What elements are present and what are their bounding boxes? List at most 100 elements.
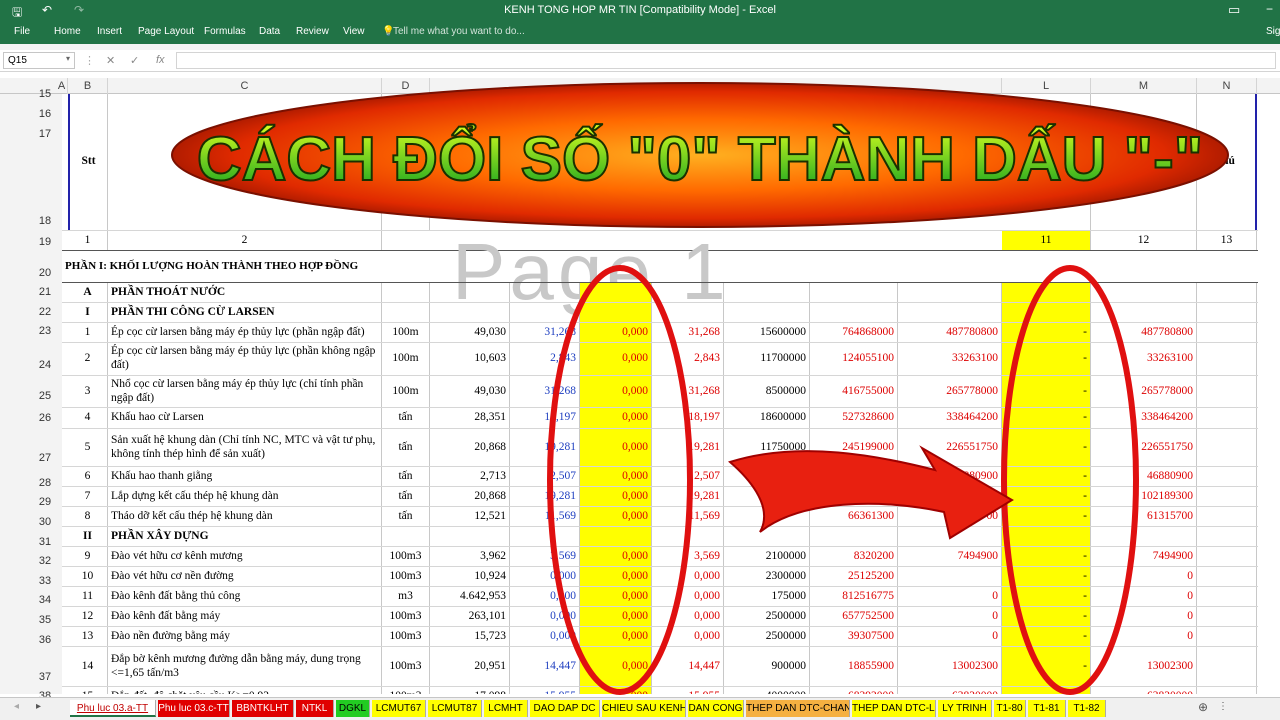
cell-k[interactable]: -: [1002, 376, 1091, 407]
cell-u[interactable]: 100m3: [382, 647, 430, 686]
cell-q[interactable]: 20,951: [430, 647, 510, 686]
cell-e[interactable]: [510, 303, 580, 322]
cell-f[interactable]: [580, 527, 652, 546]
sheet-tab[interactable]: THEP DAN DTC-LE: [852, 700, 936, 717]
row-number[interactable]: 16: [28, 108, 62, 120]
cell-g[interactable]: 31,268: [652, 323, 724, 342]
cell-l[interactable]: [1091, 283, 1197, 302]
row-number[interactable]: 32: [28, 555, 62, 567]
cell-f[interactable]: 0,000: [580, 429, 652, 466]
cell-f[interactable]: 0,000: [580, 587, 652, 606]
cell-name[interactable]: Đào kênh đất bằng thủ công: [108, 587, 382, 606]
row-number[interactable]: 36: [28, 634, 62, 646]
header-stt[interactable]: Stt: [68, 94, 108, 230]
cell-h[interactable]: [810, 467, 898, 486]
cell-u[interactable]: tấn: [382, 429, 430, 466]
cell-m[interactable]: [1197, 607, 1257, 626]
cell-p[interactable]: 8500000: [724, 376, 810, 407]
cell-m[interactable]: [1197, 429, 1257, 466]
cell-g[interactable]: 19,281: [652, 487, 724, 506]
row-number[interactable]: 35: [28, 614, 62, 626]
cell-q[interactable]: 49,030: [430, 323, 510, 342]
cell-e[interactable]: 15,955: [510, 687, 580, 694]
cell-name[interactable]: Ép cọc cừ larsen bằng máy ép thủy lực (p…: [108, 323, 382, 342]
row-number[interactable]: 15: [28, 88, 62, 100]
cell-i[interactable]: 487780800: [898, 323, 1002, 342]
cancel-icon[interactable]: ✕: [106, 54, 115, 67]
ribbon-display-icon[interactable]: ▭: [1228, 2, 1240, 18]
sheet-tab[interactable]: THEP DAN DTC-CHAN: [746, 700, 850, 717]
cell-stt[interactable]: 15: [68, 687, 108, 694]
tab-home[interactable]: Home: [54, 26, 81, 37]
cell-h[interactable]: [810, 527, 898, 546]
cell-f[interactable]: [580, 283, 652, 302]
cell-stt[interactable]: 14: [68, 647, 108, 686]
cell-f[interactable]: 0,000: [580, 607, 652, 626]
cell-q[interactable]: [430, 303, 510, 322]
cell-h[interactable]: 245199000: [810, 429, 898, 466]
cell-p[interactable]: [724, 487, 810, 506]
row-number[interactable]: 31: [28, 536, 62, 548]
cell-q[interactable]: 263,101: [430, 607, 510, 626]
cell-u[interactable]: 100m3: [382, 567, 430, 586]
cell-k[interactable]: [1002, 283, 1091, 302]
row-number[interactable]: 33: [28, 575, 62, 587]
sheet-tab[interactable]: Phu luc 03.a-TT: [70, 700, 156, 717]
cell-i[interactable]: [898, 567, 1002, 586]
cell-name[interactable]: Khấu hao cừ Larsen: [108, 408, 382, 428]
cell-q[interactable]: 2,713: [430, 467, 510, 486]
cell-name[interactable]: Đào vét hữu cơ nền đường: [108, 567, 382, 586]
cell-h[interactable]: 8320200: [810, 547, 898, 566]
cell-name[interactable]: Đào kênh đất bằng máy: [108, 607, 382, 626]
cell-i[interactable]: 33263100: [898, 343, 1002, 375]
cell-i[interactable]: 226551750: [898, 429, 1002, 466]
cell-p[interactable]: 15600000: [724, 323, 810, 342]
cell-p[interactable]: [724, 283, 810, 302]
cell-m[interactable]: [1197, 343, 1257, 375]
row-number[interactable]: 26: [28, 412, 62, 424]
cell-i[interactable]: 63820000: [898, 687, 1002, 694]
cell-stt[interactable]: 3: [68, 376, 108, 407]
cell-q[interactable]: 12,521: [430, 507, 510, 526]
cell-name[interactable]: Khấu hao thanh giằng: [108, 467, 382, 486]
row-number[interactable]: 20: [28, 267, 62, 279]
cell-l[interactable]: 0: [1091, 587, 1197, 606]
cell-m[interactable]: [1197, 376, 1257, 407]
cell-f[interactable]: 0,000: [580, 376, 652, 407]
cell-stt[interactable]: I: [68, 303, 108, 322]
cell-h[interactable]: 812516775: [810, 587, 898, 606]
cell-u[interactable]: 100m: [382, 323, 430, 342]
cell-stt[interactable]: 10: [68, 567, 108, 586]
cell-h[interactable]: 68392000: [810, 687, 898, 694]
cell-q[interactable]: 4.642,953: [430, 587, 510, 606]
cell-f[interactable]: 0,000: [580, 627, 652, 646]
cell-u[interactable]: 100m3: [382, 607, 430, 626]
cell-p[interactable]: 2500000: [724, 607, 810, 626]
sheet-tab[interactable]: LCMUT87: [428, 700, 482, 717]
sheet-tab[interactable]: DAN CONG: [688, 700, 744, 717]
cell-h[interactable]: 124055100: [810, 343, 898, 375]
cell-name[interactable]: PHẦN THOÁT NƯỚC: [108, 283, 382, 302]
cell-g[interactable]: [652, 283, 724, 302]
cell-f[interactable]: 0,000: [580, 487, 652, 506]
cell-p[interactable]: [724, 303, 810, 322]
cell-e[interactable]: 31,268: [510, 376, 580, 407]
cell-f[interactable]: 0,000: [580, 467, 652, 486]
cell-u[interactable]: [382, 527, 430, 546]
cell-stt[interactable]: II: [68, 527, 108, 546]
cell-stt[interactable]: 9: [68, 547, 108, 566]
cell-l[interactable]: 46880900: [1091, 467, 1197, 486]
cell-l[interactable]: 487780800: [1091, 323, 1197, 342]
more-options-icon[interactable]: ⋮: [1218, 701, 1228, 712]
cell-k[interactable]: -: [1002, 343, 1091, 375]
cell-k[interactable]: -: [1002, 408, 1091, 428]
row-number[interactable]: 37: [28, 671, 62, 683]
cell-i[interactable]: 0: [898, 587, 1002, 606]
cell-m[interactable]: [1197, 547, 1257, 566]
tab-file[interactable]: File: [14, 26, 30, 37]
cell-u[interactable]: 100m3: [382, 547, 430, 566]
cell-u[interactable]: tấn: [382, 507, 430, 526]
cell-p[interactable]: [724, 527, 810, 546]
cell-i[interactable]: 102189300: [898, 487, 1002, 506]
cell-h[interactable]: [810, 303, 898, 322]
